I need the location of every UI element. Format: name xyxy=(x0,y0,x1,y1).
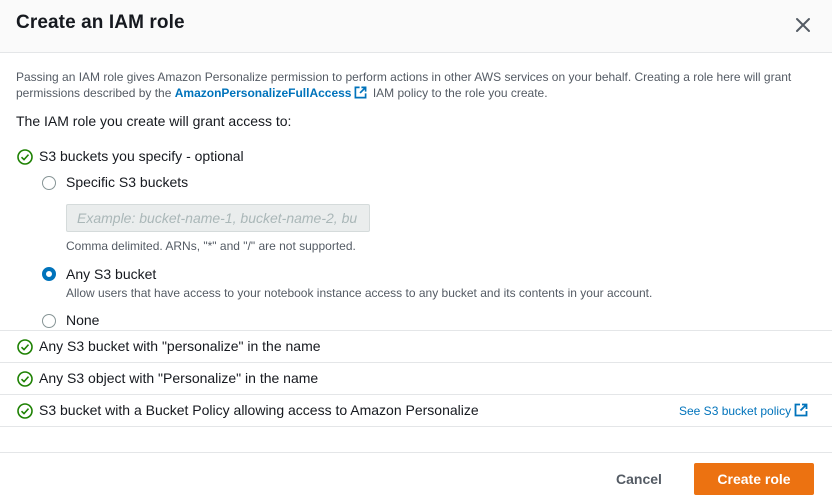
radio-none[interactable] xyxy=(42,314,56,328)
close-icon[interactable] xyxy=(790,12,816,38)
grant-personalize-object: Any S3 object with "Personalize" in the … xyxy=(39,370,319,386)
radio-any-bucket[interactable] xyxy=(42,267,56,281)
any-bucket-description: Allow users that have access to your not… xyxy=(66,286,653,300)
external-link-icon[interactable] xyxy=(354,86,367,103)
create-role-button[interactable]: Create role xyxy=(694,463,814,495)
bucket-input-hint: Comma delimited. ARNs, "*" and "/" are n… xyxy=(66,239,356,253)
check-circle-icon xyxy=(17,403,33,419)
policy-link[interactable]: AmazonPersonalizeFullAccess xyxy=(175,86,352,100)
divider xyxy=(0,426,832,427)
grant-bucket-policy: S3 bucket with a Bucket Policy allowing … xyxy=(39,402,479,418)
check-circle-icon xyxy=(17,371,33,387)
divider xyxy=(0,362,832,363)
bucket-names-input[interactable] xyxy=(66,204,370,232)
bucket-policy-link[interactable]: See S3 bucket policy xyxy=(679,403,810,420)
footer-divider xyxy=(0,452,832,453)
divider xyxy=(0,394,832,395)
radio-label-specific-buckets: Specific S3 buckets xyxy=(66,174,189,190)
check-circle-icon xyxy=(17,339,33,355)
dialog-description: Passing an IAM role gives Amazon Persona… xyxy=(16,69,806,103)
divider xyxy=(0,330,832,331)
dialog-title: Create an IAM role xyxy=(16,12,185,33)
check-circle-icon xyxy=(17,149,33,165)
access-heading: The IAM role you create will grant acces… xyxy=(16,113,292,129)
description-text-2: IAM policy to the role you create. xyxy=(369,86,548,100)
cancel-button[interactable]: Cancel xyxy=(604,464,674,494)
radio-label-none: None xyxy=(66,312,100,328)
dialog-header: Create an IAM role xyxy=(0,0,832,53)
radio-label-any-bucket: Any S3 bucket xyxy=(66,266,157,282)
bucket-policy-link-label[interactable]: See S3 bucket policy xyxy=(679,404,791,418)
external-link-icon[interactable] xyxy=(794,403,808,420)
radio-specific-buckets[interactable] xyxy=(42,176,56,190)
s3-buckets-label: S3 buckets you specify - optional xyxy=(39,148,244,164)
grant-personalize-bucket: Any S3 bucket with "personalize" in the … xyxy=(39,338,321,354)
